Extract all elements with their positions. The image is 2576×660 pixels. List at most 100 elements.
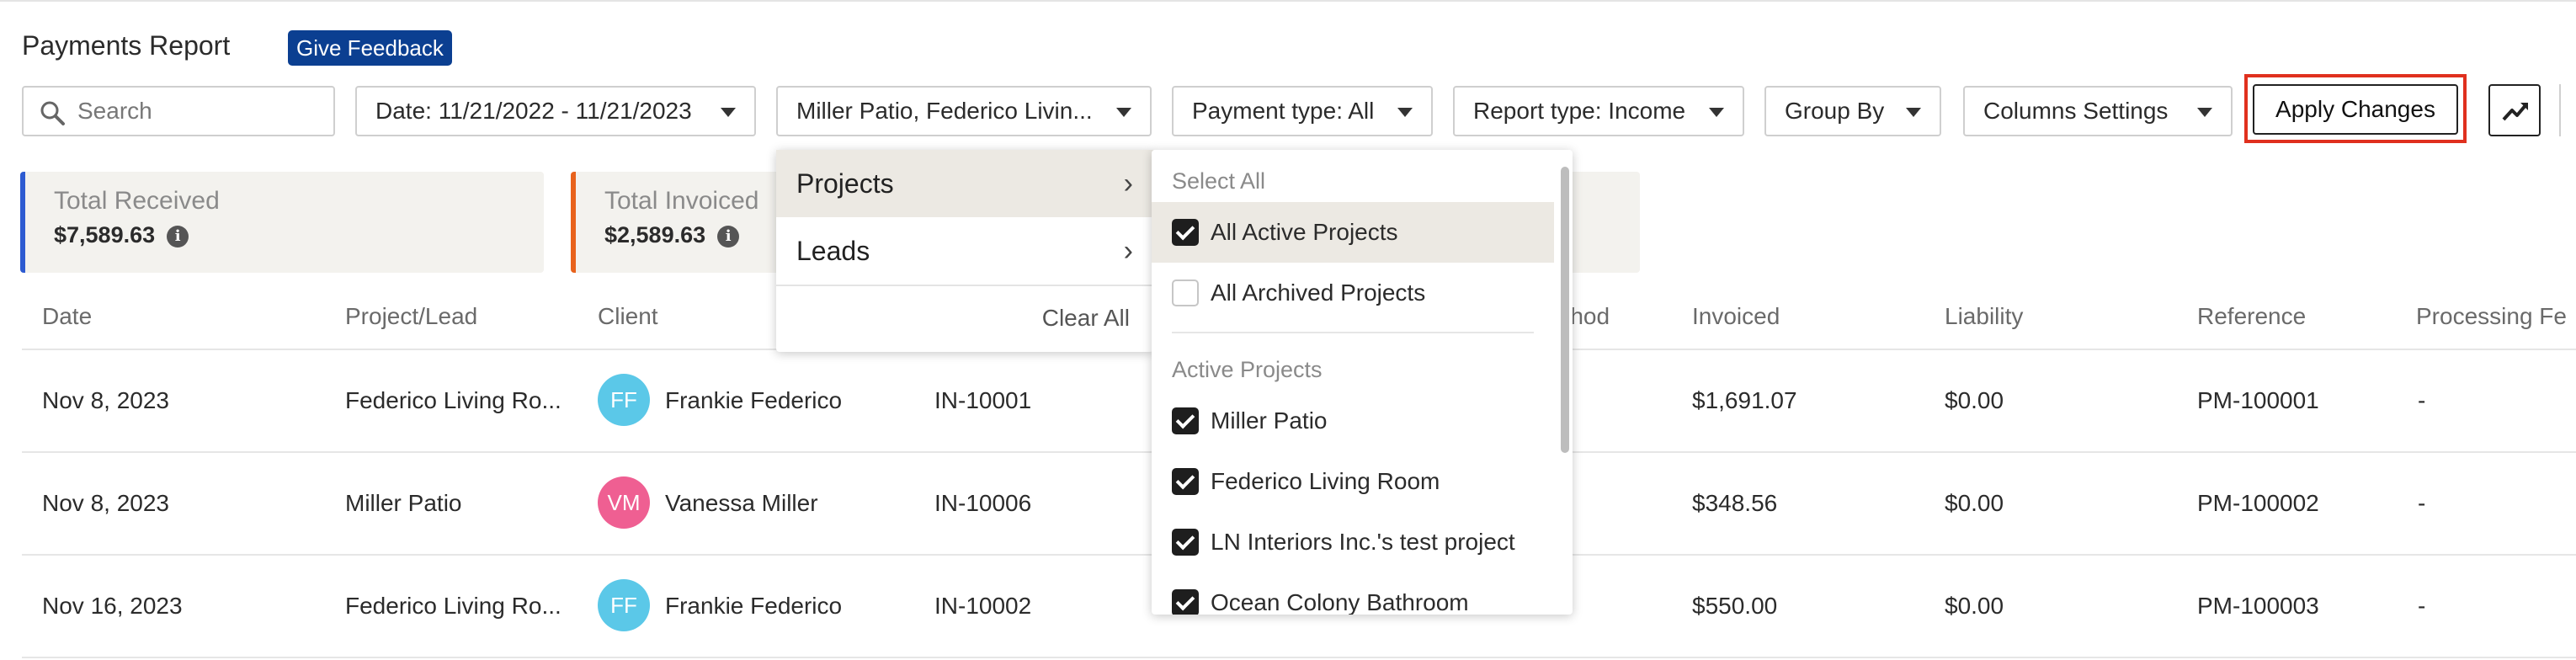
chevron-down-icon bbox=[721, 108, 736, 117]
cell-date: Nov 8, 2023 bbox=[42, 490, 169, 516]
give-feedback-button[interactable]: Give Feedback bbox=[288, 30, 452, 66]
cell-invoiced: $550.00 bbox=[1692, 593, 1778, 619]
cell-invoice[interactable]: IN-10001 bbox=[934, 387, 1031, 414]
checkbox-checked-icon bbox=[1172, 589, 1199, 615]
filter-category-menu: Projects › Leads › Clear All bbox=[776, 150, 1153, 352]
option-label: All Archived Projects bbox=[1211, 279, 1426, 306]
cell-liability: $0.00 bbox=[1945, 490, 2004, 516]
report-type-dropdown[interactable]: Report type: Income bbox=[1453, 86, 1744, 136]
option-label: Miller Patio bbox=[1211, 407, 1328, 434]
date-range-dropdown[interactable]: Date: 11/21/2022 - 11/21/2023 bbox=[355, 86, 756, 136]
payment-type-label: Payment type: All bbox=[1192, 98, 1375, 124]
avatar: VM bbox=[598, 476, 650, 529]
column-header-invoiced[interactable]: Invoiced bbox=[1692, 303, 1780, 330]
page-title: Payments Report bbox=[22, 30, 231, 61]
cell-invoice[interactable]: IN-10006 bbox=[934, 490, 1031, 517]
top-divider bbox=[0, 0, 2576, 2]
trending-up-icon bbox=[2502, 103, 2528, 121]
avatar: FF bbox=[598, 374, 650, 426]
cell-date: Nov 16, 2023 bbox=[42, 593, 183, 619]
cell-project[interactable]: Miller Patio bbox=[345, 490, 461, 517]
scrollbar[interactable] bbox=[1561, 167, 1569, 453]
projects-checklist-panel: Select All All Active Projects All Archi… bbox=[1152, 150, 1573, 615]
menu-item-label: Projects bbox=[796, 168, 894, 199]
chevron-down-icon bbox=[1906, 108, 1921, 117]
chevron-down-icon bbox=[1397, 108, 1413, 117]
checkbox-all-active-projects[interactable]: All Active Projects bbox=[1152, 202, 1554, 263]
card-accent bbox=[571, 172, 576, 273]
card-label: Total Received bbox=[54, 187, 220, 215]
active-projects-heading: Active Projects bbox=[1172, 357, 1323, 382]
cell-date: Nov 8, 2023 bbox=[42, 387, 169, 413]
checkbox-all-archived-projects[interactable]: All Archived Projects bbox=[1152, 263, 1554, 323]
menu-item-leads[interactable]: Leads › bbox=[776, 217, 1153, 285]
date-range-label: Date: 11/21/2022 - 11/21/2023 bbox=[375, 98, 692, 124]
cell-invoiced: $348.56 bbox=[1692, 490, 1778, 516]
card-label: Total Invoiced bbox=[604, 187, 759, 215]
payment-type-dropdown[interactable]: Payment type: All bbox=[1172, 86, 1433, 136]
chart-toggle-button[interactable] bbox=[2488, 84, 2541, 136]
checkbox-project[interactable]: LN Interiors Inc.'s test project bbox=[1152, 512, 1554, 572]
column-header-liability[interactable]: Liability bbox=[1945, 303, 2023, 330]
checkbox-checked-icon bbox=[1172, 529, 1199, 556]
chevron-right-icon: › bbox=[1123, 235, 1133, 267]
column-header-date[interactable]: Date bbox=[42, 303, 92, 330]
menu-item-projects[interactable]: Projects › bbox=[776, 150, 1153, 217]
projects-filter-label: Miller Patio, Federico Livin... bbox=[796, 98, 1093, 124]
checkbox-project[interactable]: Miller Patio bbox=[1152, 391, 1554, 451]
checkbox-project[interactable]: Federico Living Room bbox=[1152, 451, 1554, 512]
info-icon[interactable]: i bbox=[167, 225, 189, 248]
row-divider bbox=[22, 657, 2576, 658]
cell-client[interactable]: Frankie Federico bbox=[665, 593, 842, 620]
option-label: Ocean Colony Bathroom bbox=[1211, 589, 1469, 615]
column-header-reference[interactable]: Reference bbox=[2197, 303, 2306, 330]
cell-fee: - bbox=[2418, 490, 2426, 516]
chevron-down-icon bbox=[1709, 108, 1724, 117]
select-all-heading: Select All bbox=[1172, 168, 1266, 194]
column-header-processing-fee[interactable]: Processing Fe bbox=[2416, 303, 2567, 330]
cell-project[interactable]: Federico Living Ro... bbox=[345, 593, 562, 620]
chevron-right-icon: › bbox=[1123, 168, 1133, 200]
option-label: Federico Living Room bbox=[1211, 468, 1440, 494]
menu-divider bbox=[776, 285, 1153, 286]
checkbox-unchecked-icon bbox=[1172, 279, 1199, 306]
clear-all-button[interactable]: Clear All bbox=[1042, 305, 1130, 332]
toolbar-divider bbox=[2559, 84, 2561, 136]
chevron-down-icon bbox=[1116, 108, 1131, 117]
group-by-dropdown[interactable]: Group By bbox=[1764, 86, 1941, 136]
checkbox-project[interactable]: Ocean Colony Bathroom bbox=[1152, 572, 1554, 615]
search-input[interactable]: Search bbox=[22, 86, 335, 136]
columns-settings-label: Columns Settings bbox=[1983, 98, 2169, 124]
option-label: LN Interiors Inc.'s test project bbox=[1211, 529, 1515, 555]
cell-reference: PM-100001 bbox=[2197, 387, 2319, 413]
cell-fee: - bbox=[2418, 593, 2426, 619]
panel-divider bbox=[1172, 332, 1534, 333]
column-header-project[interactable]: Project/Lead bbox=[345, 303, 477, 330]
cell-invoice[interactable]: IN-10002 bbox=[934, 593, 1031, 620]
columns-settings-dropdown[interactable]: Columns Settings bbox=[1963, 86, 2233, 136]
card-value: $7,589.63 i bbox=[54, 222, 189, 248]
cell-liability: $0.00 bbox=[1945, 387, 2004, 413]
apply-changes-button[interactable]: Apply Changes bbox=[2253, 84, 2458, 135]
search-icon bbox=[40, 101, 65, 125]
cell-invoiced: $1,691.07 bbox=[1692, 387, 1797, 413]
projects-filter-dropdown[interactable]: Miller Patio, Federico Livin... bbox=[776, 86, 1152, 136]
checkbox-checked-icon bbox=[1172, 219, 1199, 246]
info-icon[interactable]: i bbox=[717, 225, 740, 248]
cell-client[interactable]: Frankie Federico bbox=[665, 387, 842, 414]
chevron-down-icon bbox=[2197, 108, 2212, 117]
cell-project[interactable]: Federico Living Ro... bbox=[345, 387, 562, 414]
checkbox-checked-icon bbox=[1172, 468, 1199, 495]
report-type-label: Report type: Income bbox=[1473, 98, 1686, 124]
cell-fee: - bbox=[2418, 387, 2426, 413]
cell-client[interactable]: Vanessa Miller bbox=[665, 490, 818, 517]
column-header-client[interactable]: Client bbox=[598, 303, 658, 330]
cell-reference: PM-100002 bbox=[2197, 490, 2319, 516]
group-by-label: Group By bbox=[1785, 98, 1885, 124]
option-label: All Active Projects bbox=[1211, 219, 1398, 245]
cell-reference: PM-100003 bbox=[2197, 593, 2319, 619]
total-received-card: Total Received $7,589.63 i bbox=[20, 172, 544, 273]
card-accent bbox=[20, 172, 25, 273]
search-placeholder: Search bbox=[77, 98, 152, 124]
cell-liability: $0.00 bbox=[1945, 593, 2004, 619]
